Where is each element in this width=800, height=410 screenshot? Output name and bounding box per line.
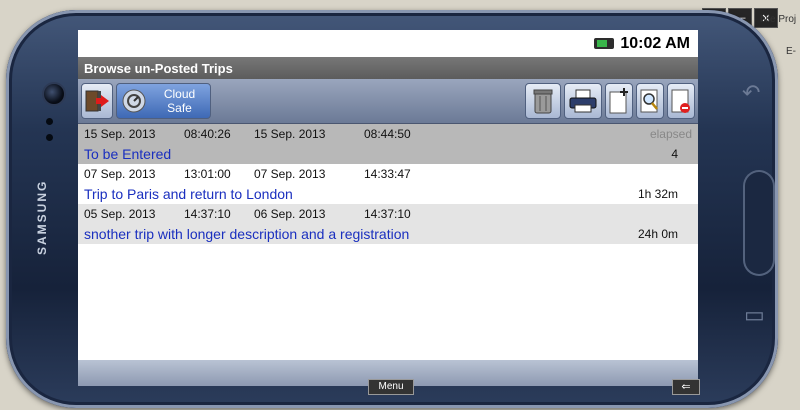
page-title: Browse un-Posted Trips [78,57,698,79]
cloud-label-line2: Safe [167,101,192,115]
end-time: 14:37:10 [364,207,411,221]
sensor-dot [46,134,53,141]
printer-icon [569,89,597,113]
trip-duration: 4 [671,147,678,161]
print-button[interactable] [564,83,602,119]
trip-description: To be Entered [84,146,172,162]
start-time: 14:37:10 [184,207,231,221]
menu-button[interactable]: Menu [368,379,414,395]
remove-trip-button[interactable] [667,83,695,119]
end-date: 06 Sep. 2013 [254,207,326,221]
status-time: 10:02 AM [620,34,690,52]
trip-duration: 1h 32m [637,187,678,201]
cloud-label-line1: Cloud [163,87,196,101]
view-trip-button[interactable] [636,83,664,119]
trip-description: Trip to Paris and return to London [84,186,293,202]
end-date: 15 Sep. 2013 [254,127,326,141]
status-bar: 10:02 AM [78,30,698,57]
camera-lens [42,82,66,106]
start-date: 07 Sep. 2013 [84,167,156,181]
delete-document-icon [671,89,690,113]
brand-logo: SAMSUNG [35,179,49,255]
search-document-icon [640,89,658,113]
start-time: 08:40:26 [184,127,231,141]
trip-description: snother trip with longer description and… [84,226,410,242]
trip-row[interactable]: 07 Sep. 2013 13:01:00 07 Sep. 2013 14:33… [78,164,698,204]
end-time: 14:33:47 [364,167,411,181]
trip-duration: 24h 0m [637,227,678,241]
desktop-text: bile Proj [760,14,797,25]
new-document-icon [609,88,628,114]
start-date: 15 Sep. 2013 [84,127,156,141]
start-time: 13:01:00 [184,167,231,181]
cloud-safe-icon [122,89,146,113]
back-button[interactable]: ⇐ [672,379,700,395]
start-date: 05 Sep. 2013 [84,207,156,221]
toolbar: Cloud Safe [78,79,698,124]
exit-icon [85,90,109,112]
battery-icon [594,38,615,49]
elapsed-label: elapsed [649,127,692,141]
sensor-dot [46,118,53,125]
back-key-icon[interactable]: ↶ [742,80,760,106]
desktop-text-2: E- [786,46,796,57]
trip-list: 15 Sep. 2013 08:40:26 15 Sep. 2013 08:44… [78,124,698,358]
cloud-safe-button[interactable]: Cloud Safe [116,83,211,119]
trip-row[interactable]: 05 Sep. 2013 14:37:10 06 Sep. 2013 14:37… [78,204,698,244]
end-time: 08:44:50 [364,127,411,141]
trip-row[interactable]: 15 Sep. 2013 08:40:26 15 Sep. 2013 08:44… [78,124,698,164]
delete-button[interactable] [525,83,561,119]
exit-button[interactable] [81,83,113,119]
home-button[interactable] [743,170,775,276]
new-trip-button[interactable] [605,83,633,119]
trash-icon [533,89,553,114]
end-date: 07 Sep. 2013 [254,167,326,181]
app-screen: 10:02 AM Browse un-Posted Trips Cloud Sa… [78,30,698,386]
menu-key-icon[interactable]: ▭ [744,302,765,328]
